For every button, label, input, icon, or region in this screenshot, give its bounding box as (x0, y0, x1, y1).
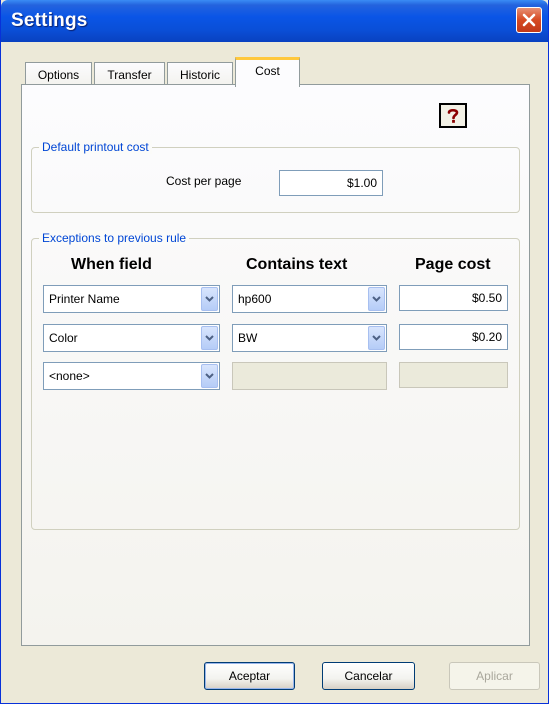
exceptions-legend: Exceptions to previous rule (39, 231, 190, 245)
help-button[interactable] (439, 103, 467, 128)
chevron-down-icon (205, 296, 214, 302)
close-icon (522, 13, 536, 27)
accept-button[interactable]: Aceptar (204, 662, 295, 690)
when-field-select-row2[interactable]: Color (43, 324, 220, 352)
when-field-value: Printer Name (49, 292, 120, 306)
cost-per-page-label: Cost per page (166, 174, 242, 188)
chevron-down-icon (372, 335, 381, 341)
chevron-down-icon (372, 296, 381, 302)
contains-text-value: BW (238, 331, 258, 345)
cancel-button[interactable]: Cancelar (322, 662, 415, 690)
chevron-down-icon (205, 373, 214, 379)
page-cost-input-row2[interactable]: $0.20 (399, 324, 508, 350)
when-field-value: Color (49, 331, 78, 345)
contains-text-select-row1[interactable]: hp600 (232, 285, 387, 313)
dropdown-button[interactable] (201, 326, 218, 350)
help-icon (447, 108, 459, 123)
contains-text-input-row3 (232, 362, 387, 390)
default-cost-legend: Default printout cost (39, 140, 152, 154)
chevron-down-icon (205, 335, 214, 341)
dropdown-button[interactable] (201, 287, 218, 311)
contains-text-value: hp600 (238, 292, 272, 306)
page-cost-input-row1[interactable]: $0.50 (399, 285, 508, 311)
when-field-value: <none> (49, 369, 90, 383)
contains-text-header: Contains text (246, 256, 348, 273)
dropdown-button[interactable] (368, 287, 385, 311)
tab-cost[interactable]: Cost (235, 57, 300, 87)
contains-text-select-row2[interactable]: BW (232, 324, 387, 352)
cost-per-page-input[interactable]: $1.00 (279, 170, 383, 196)
window-title: Settings (11, 10, 88, 31)
close-button[interactable] (516, 7, 542, 33)
page-cost-header: Page cost (415, 256, 491, 273)
when-field-header: When field (71, 256, 152, 273)
title-bar[interactable]: Settings (1, 0, 548, 42)
dropdown-button[interactable] (368, 326, 385, 350)
when-field-select-row3[interactable]: <none> (43, 362, 220, 390)
settings-window: Settings Options Transfer Historic Cost … (0, 0, 549, 704)
page-cost-input-row3 (399, 362, 508, 388)
default-cost-group (31, 147, 520, 213)
dropdown-button[interactable] (201, 364, 218, 388)
apply-button: Aplicar (449, 662, 540, 690)
when-field-select-row1[interactable]: Printer Name (43, 285, 220, 313)
